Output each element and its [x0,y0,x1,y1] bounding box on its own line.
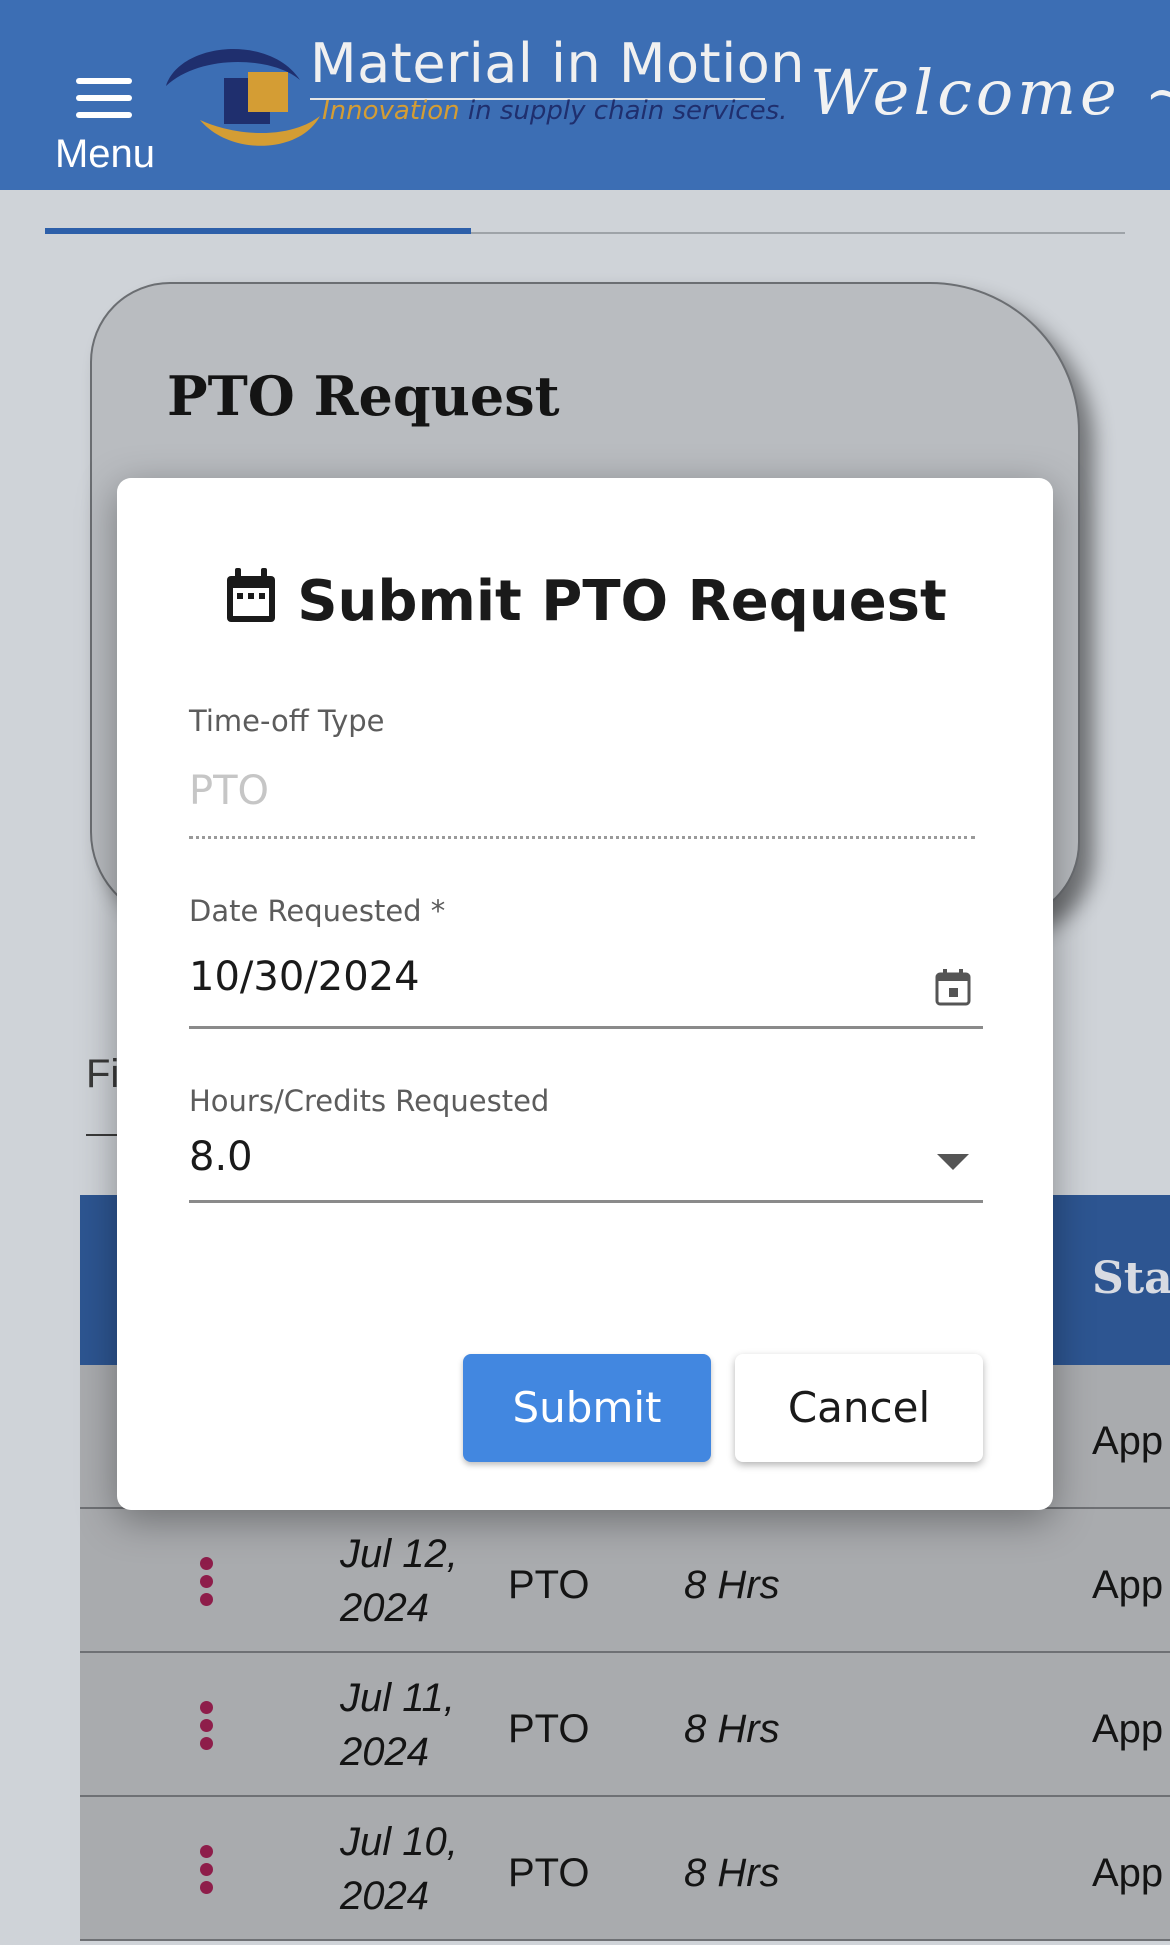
type-cell: PTO [508,1851,590,1895]
date-cell: Jul 10, 2024 [340,1820,458,1918]
status-cell: App [1092,1707,1164,1751]
row-actions-kebab-icon[interactable] [200,1701,214,1751]
logo-tagline-rest: in supply chain services. [467,96,788,126]
type-cell: PTO [508,1563,590,1607]
date-requested-underline [189,1026,983,1029]
table-row: Jul 12, 2024 PTO 8 Hrs App [80,1509,1170,1653]
hamburger-icon [76,78,132,118]
hours-cell: 8 Hrs [684,1851,780,1895]
active-tab-indicator[interactable] [45,228,471,234]
date-requested-label: Date Requested * [189,894,446,928]
cancel-button[interactable]: Cancel [735,1354,983,1462]
hours-requested-select[interactable]: 8.0 [189,1134,253,1180]
calendar-icon [223,566,279,640]
date-cell: Jul 12, 2024 [340,1532,458,1630]
type-cell: PTO [508,1707,590,1751]
logo-tagline: Innovation in supply chain services. [322,96,787,126]
timeoff-type-label: Time-off Type [189,704,385,738]
tab-bar [45,228,1125,234]
hours-cell: 8 Hrs [684,1707,780,1751]
logo-mark-icon [166,49,320,146]
menu-button[interactable]: Menu [40,70,170,180]
hours-requested-label: Hours/Credits Requested [189,1084,550,1118]
status-cell: App [1092,1419,1164,1463]
dialog-title: Submit PTO Request [117,566,1053,640]
company-logo[interactable]: Material in Motion Innovation in supply … [160,28,805,158]
table-row: Jul 10, 2024 PTO 8 Hrs App [80,1797,1170,1941]
logo-tagline-innovation: Innovation [322,96,460,126]
dialog-title-text: Submit PTO Request [297,569,947,634]
filter-field-label[interactable]: Fi [86,1052,119,1097]
hours-cell: 8 Hrs [684,1563,780,1607]
date-requested-input[interactable]: 10/30/2024 [189,954,420,1000]
dropdown-arrow-icon[interactable] [937,1154,969,1170]
timeoff-type-field: PTO [189,768,270,814]
row-actions-kebab-icon[interactable] [200,1557,214,1607]
menu-label: Menu [54,132,156,176]
card-title: PTO Request [167,364,560,428]
row-actions-kebab-icon[interactable] [200,1845,214,1895]
welcome-text: Welcome ~ P [810,56,1170,129]
logo-title: Material in Motion [310,32,805,95]
submit-pto-dialog: Submit PTO Request Time-off Type PTO Dat… [117,478,1053,1510]
submit-button[interactable]: Submit [463,1354,711,1462]
app-header: Menu Material in Motion Innovation in su… [0,0,1170,190]
status-cell: App [1092,1563,1164,1607]
status-column-header[interactable]: Sta [1092,1253,1170,1304]
table-row: Jul 11, 2024 PTO 8 Hrs App [80,1653,1170,1797]
status-cell: App [1092,1851,1164,1895]
date-picker-icon[interactable] [935,968,971,1011]
hours-requested-underline [189,1200,983,1203]
date-cell: Jul 11, 2024 [340,1676,455,1774]
timeoff-type-underline [189,836,975,839]
